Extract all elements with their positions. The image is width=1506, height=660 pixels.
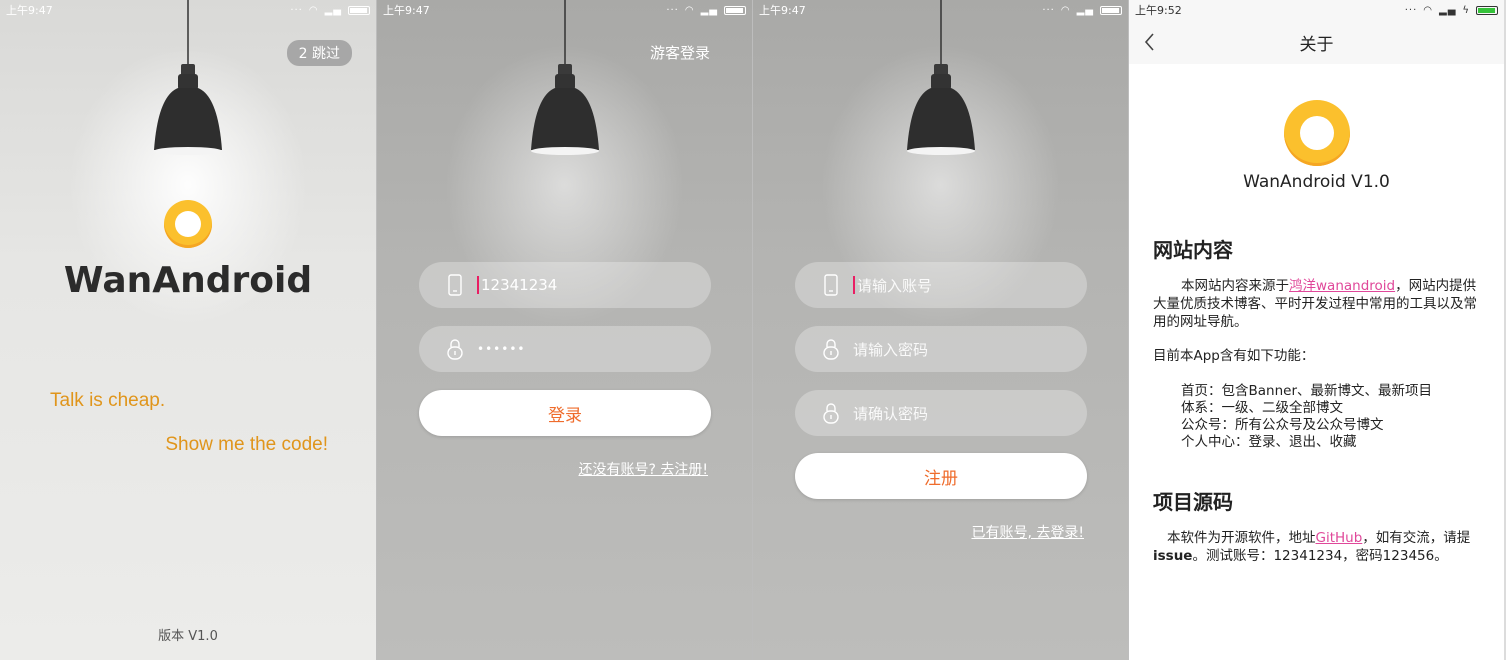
toolbar: 关于 — [1129, 20, 1504, 64]
battery-icon — [348, 5, 370, 15]
confirm-password-field[interactable]: 请确认密码 — [795, 390, 1087, 436]
status-time: 上午9:47 — [6, 4, 53, 17]
login-button[interactable]: 登录 — [419, 390, 711, 436]
confirm-placeholder: 请确认密码 — [853, 404, 929, 423]
app-name: WanAndroid — [63, 260, 313, 301]
login-screen: 上午9:47 ··· ◠ ▂▄ 游客登录 12341234 •••••• 登录 … — [376, 0, 752, 660]
status-icons: ··· ◠ ▂▄ — [666, 5, 746, 16]
signal-icon: ▂▄ — [700, 4, 718, 16]
register-screen: 上午9:47 ··· ◠ ▂▄ 请输入账号 请输入密码 请确认密码 注册 已有账… — [752, 0, 1128, 660]
text-cursor — [477, 276, 479, 294]
status-bar: 上午9:52 ··· ◠ ▂▄ ϟ — [1129, 0, 1504, 20]
password-placeholder: 请输入密码 — [853, 340, 929, 359]
status-time: 上午9:52 — [1135, 4, 1182, 17]
wifi-icon: ◠ — [308, 4, 319, 16]
status-icons: ··· ◠ ▂▄ ϟ — [1405, 5, 1498, 16]
splash-screen: 上午9:47 ··· ◠ ▂▄ 2 跳过 WanAndroid Talk is … — [0, 0, 376, 660]
battery-icon — [724, 5, 746, 15]
wifi-icon: ◠ — [1060, 4, 1071, 16]
section-source-paragraph: 本软件为开源软件，地址GitHub，如有交流，请提 issue。测试账号：1234… — [1153, 529, 1482, 565]
lock-icon — [447, 337, 463, 361]
password-field[interactable]: •••••• — [419, 326, 711, 372]
app-version: WanAndroid V1.0 — [1243, 172, 1390, 192]
para-text: 本网站内容来源于 — [1181, 278, 1289, 294]
para-text: ，如有交流，请提 — [1362, 530, 1471, 546]
charging-icon: ϟ — [1462, 4, 1470, 16]
password-value: •••••• — [477, 342, 526, 356]
lamp-image — [891, 0, 991, 160]
slogan-line-1: Talk is cheap. — [50, 390, 166, 411]
register-button[interactable]: 注册 — [795, 453, 1087, 499]
status-time: 上午9:47 — [383, 4, 430, 17]
lamp-image — [138, 0, 238, 160]
status-icons: ··· ◠ ▂▄ — [1042, 5, 1122, 16]
login-link[interactable]: 已有账号, 去登录! — [971, 522, 1084, 542]
github-link[interactable]: GitHub — [1316, 530, 1363, 546]
wifi-icon: ◠ — [684, 4, 695, 16]
features-intro: 目前本App含有如下功能： — [1153, 348, 1315, 364]
feature-item: 个人中心：登录、退出、收藏 — [1181, 434, 1357, 450]
version-label: 版本 V1.0 — [158, 629, 218, 644]
skip-button[interactable]: 2 跳过 — [286, 40, 352, 66]
more-icon: ··· — [666, 4, 679, 16]
phone-icon — [823, 273, 839, 297]
guest-login-link[interactable]: 游客登录 — [650, 42, 710, 63]
account-placeholder: 请输入账号 — [857, 276, 933, 295]
feature-item: 体系：一级、二级全部博文 — [1181, 400, 1343, 416]
slogan-line-2: Show me the code! — [165, 434, 328, 455]
password-field[interactable]: 请输入密码 — [795, 326, 1087, 372]
text-cursor — [853, 276, 855, 294]
app-logo — [164, 200, 212, 248]
back-arrow-icon[interactable] — [1143, 28, 1167, 56]
account-field[interactable]: 请输入账号 — [795, 262, 1087, 308]
para-text: 本软件为开源软件，地址 — [1167, 530, 1316, 546]
more-icon: ··· — [290, 4, 303, 16]
wanandroid-link[interactable]: 鸿洋wanandroid — [1289, 278, 1395, 294]
account-field[interactable]: 12341234 — [419, 262, 711, 308]
signal-icon: ▂▄ — [324, 4, 342, 16]
section-content-paragraph: 本网站内容来源于鸿洋wanandroid，网站内提供大量优质技术博客、平时开发过… — [1153, 277, 1482, 331]
section-title-content: 网站内容 — [1153, 238, 1233, 262]
register-link[interactable]: 还没有账号? 去注册! — [579, 459, 709, 479]
app-logo — [1283, 100, 1350, 166]
more-icon: ··· — [1042, 4, 1055, 16]
feature-item: 首页：包含Banner、最新博文、最新项目 — [1181, 383, 1433, 399]
lock-icon — [823, 401, 839, 425]
phone-icon — [447, 273, 463, 297]
status-time: 上午9:47 — [759, 4, 806, 17]
account-value: 12341234 — [481, 276, 558, 294]
battery-icon — [1100, 5, 1122, 15]
page-title: 关于 — [1299, 34, 1334, 55]
status-icons: ··· ◠ ▂▄ — [290, 5, 370, 16]
feature-item: 公众号：所有公众号及公众号博文 — [1181, 417, 1384, 433]
issue-text: issue — [1153, 548, 1193, 564]
signal-icon: ▂▄ — [1439, 4, 1457, 16]
lamp-image — [515, 0, 615, 160]
about-screen: 上午9:52 ··· ◠ ▂▄ ϟ 关于 WanAndroid V1.0 网站内… — [1128, 0, 1504, 660]
para-text: 。测试账号：12341234，密码123456。 — [1192, 548, 1448, 564]
battery-icon — [1476, 5, 1498, 15]
section-title-source: 项目源码 — [1153, 490, 1233, 514]
more-icon: ··· — [1404, 4, 1418, 16]
signal-icon: ▂▄ — [1076, 4, 1094, 16]
wifi-icon: ◠ — [1423, 4, 1433, 16]
lock-icon — [823, 337, 839, 361]
